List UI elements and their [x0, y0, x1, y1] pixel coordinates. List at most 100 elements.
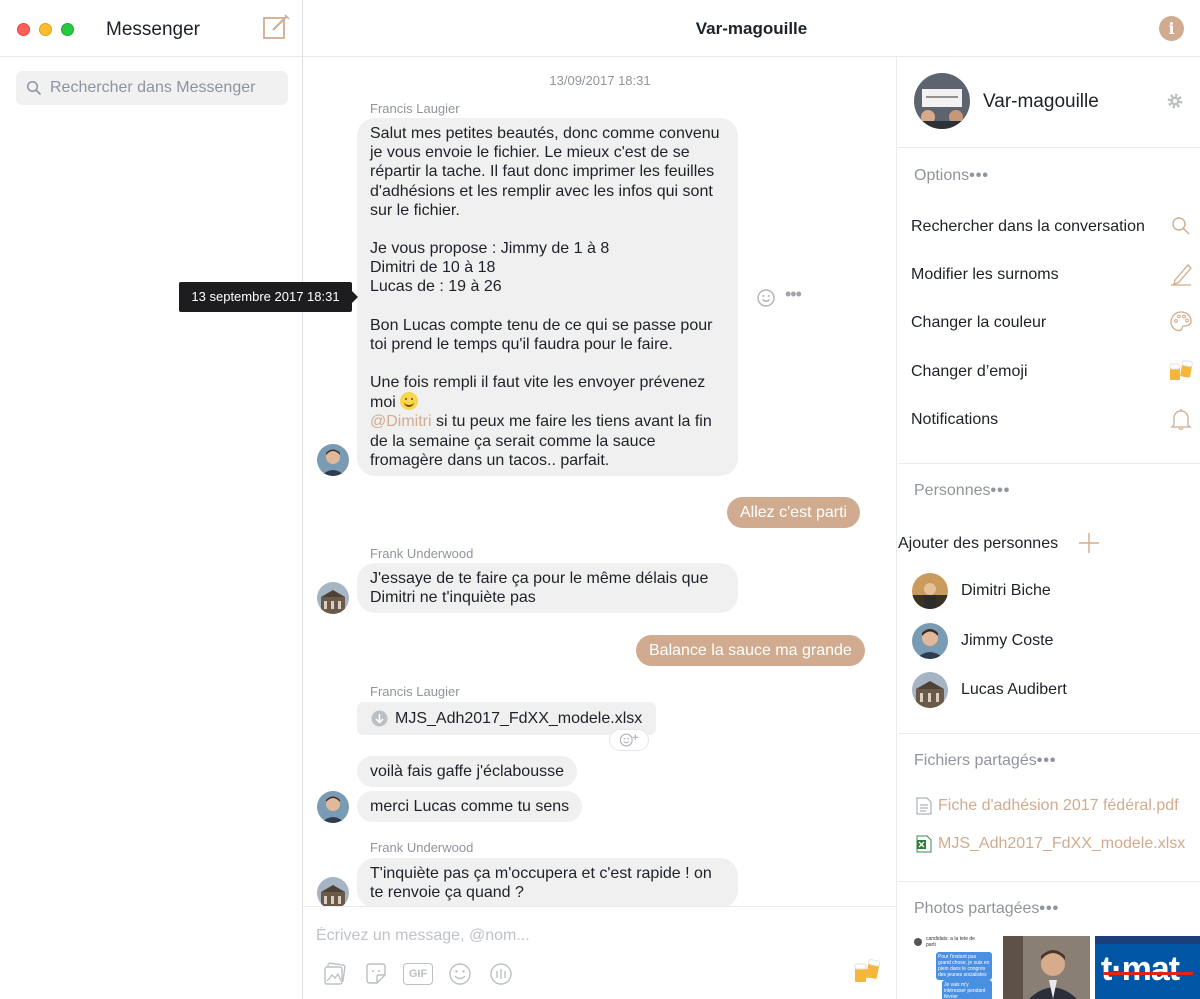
excel-file-icon	[916, 835, 932, 853]
window-maximize-button[interactable]	[61, 23, 74, 36]
message-line: Lucas de : 19 à 26	[370, 278, 502, 296]
sender-name: Frank Underwood	[370, 840, 474, 855]
person-name: Dimitri Biche	[961, 582, 1051, 599]
option-notifications[interactable]: Notifications	[911, 403, 1193, 435]
pencil-icon	[1171, 264, 1192, 286]
file-name: Fiche d'adhésion 2017 fédéral.pdf	[938, 797, 1179, 814]
section-dots: •••	[1036, 752, 1057, 769]
section-title-text: Photos partagées	[914, 900, 1040, 917]
add-reaction-icon[interactable]	[609, 729, 649, 751]
person-name: Jimmy Coste	[961, 632, 1054, 649]
section-title-text: Personnes	[914, 482, 991, 499]
message-bubble[interactable]: merci Lucas comme tu sens	[357, 791, 583, 823]
options-section-title: Options•••	[914, 167, 989, 185]
thumbnail-text: Pour l'instant pas grand chose, je suis …	[936, 952, 992, 980]
add-people-button[interactable]: Ajouter des personnes	[898, 527, 1108, 559]
pdf-file-icon	[916, 797, 932, 815]
file-attachment[interactable]: MJS_Adh2017_FdXX_modele.xlsx	[357, 702, 657, 735]
option-change-emoji[interactable]: Changer d’emoji	[911, 355, 1193, 387]
message-paragraph: Une fois rempli il faut vite les envoyer…	[370, 374, 706, 412]
message-line: Je vous propose : Jimmy de 1 à 8	[370, 240, 610, 258]
message-paragraph: Bon Lucas compte tenu de ce qui se passe…	[370, 316, 713, 353]
section-title-text: Fichiers partagés	[914, 752, 1037, 769]
image-icon[interactable]	[322, 961, 348, 987]
message-bubble[interactable]: voilà fais gaffe j'éclabousse	[357, 756, 577, 788]
avatar	[912, 573, 948, 609]
shared-photo-thumbnail[interactable]: candidats: a la tete de parti Pour l'ins…	[912, 936, 999, 999]
mention-link[interactable]: @Dimitri	[370, 413, 432, 430]
person-jimmy[interactable]: Jimmy Coste	[912, 621, 1192, 661]
person-dimitri[interactable]: Dimitri Biche	[912, 571, 1192, 611]
message-bubble[interactable]: Salut mes petites beautés, donc comme co…	[357, 118, 738, 477]
avatar[interactable]	[317, 582, 349, 614]
search-icon	[26, 80, 42, 96]
avatar[interactable]	[317, 877, 349, 906]
option-label: Changer la couleur	[911, 314, 1047, 331]
shared-file-pdf[interactable]: Fiche d'adhésion 2017 fédéral.pdf	[916, 795, 1179, 817]
add-people-label: Ajouter des personnes	[898, 535, 1059, 552]
gif-label: GIF	[403, 963, 433, 985]
sender-name: Francis Laugier	[370, 684, 460, 699]
beer-emoji-icon	[1169, 360, 1193, 380]
option-change-color[interactable]: Changer la couleur	[911, 306, 1193, 338]
beer-emoji-icon[interactable]	[852, 957, 882, 987]
emoji-icon[interactable]	[447, 961, 473, 987]
section-dots: •••	[1039, 900, 1060, 917]
group-name: Var-magouille	[983, 91, 1099, 112]
emoji-reaction-icon[interactable]	[756, 288, 776, 308]
photos-section-title: Photos partagées•••	[914, 900, 1059, 918]
avatar	[912, 672, 948, 708]
window-close-button[interactable]	[17, 23, 30, 36]
sticker-icon[interactable]	[363, 961, 389, 987]
thumbnail-text: t·mat	[1101, 950, 1180, 988]
thumbnail-red-bar	[1103, 972, 1193, 975]
smiley-emoji-icon	[400, 392, 419, 411]
message-input[interactable]	[316, 925, 876, 947]
compose-icon[interactable]	[262, 13, 290, 41]
audio-icon[interactable]	[488, 961, 514, 987]
section-dots: •••	[990, 482, 1011, 499]
message-bubble[interactable]: J'essaye de te faire ça pour le même dél…	[357, 563, 738, 614]
bell-icon	[1170, 409, 1192, 431]
conversation-list-pane: Messenger	[0, 0, 303, 999]
people-section-title: Personnes•••	[914, 482, 1010, 500]
timestamp-tooltip: 13 septembre 2017 18:31	[179, 282, 358, 312]
info-icon[interactable]: i	[1159, 16, 1184, 41]
section-dots: •••	[969, 167, 989, 184]
search-input[interactable]	[50, 77, 280, 99]
search-box[interactable]	[16, 71, 288, 105]
person-name: Lucas Audibert	[961, 681, 1067, 698]
avatar[interactable]	[317, 444, 349, 476]
details-pane: Var-magouille Options••• Rechercher dans…	[898, 57, 1200, 999]
option-label: Rechercher dans la conversation	[911, 218, 1145, 235]
divider	[898, 733, 1200, 734]
outgoing-message[interactable]: Balance la sauce ma grande	[636, 635, 865, 666]
sender-name: Frank Underwood	[370, 546, 474, 561]
app-title: Messenger	[106, 19, 200, 40]
window-minimize-button[interactable]	[39, 23, 52, 36]
gif-icon[interactable]: GIF	[403, 961, 433, 987]
shared-photo-thumbnail[interactable]	[1003, 936, 1090, 999]
person-lucas[interactable]: Lucas Audibert	[912, 670, 1192, 710]
conversation-header: Var-magouille i	[303, 0, 1200, 57]
option-search-conversation[interactable]: Rechercher dans la conversation	[911, 210, 1193, 242]
group-photo[interactable]	[914, 73, 970, 129]
shared-file-xlsx[interactable]: MJS_Adh2017_FdXX_modele.xlsx	[916, 833, 1185, 855]
download-icon	[371, 710, 388, 727]
option-edit-nicknames[interactable]: Modifier les surnoms	[911, 258, 1193, 290]
gear-icon[interactable]	[1165, 91, 1185, 111]
divider	[898, 881, 1200, 882]
avatar[interactable]	[317, 791, 349, 823]
message-bubble[interactable]: T'inquiète pas ça m'occupera et c'est ra…	[357, 858, 738, 906]
thumbnail-text: candidats: a la tete de parti	[926, 936, 975, 948]
thumbnail-band	[1095, 936, 1200, 944]
more-options-icon[interactable]: •••	[785, 285, 807, 305]
composer: GIF	[303, 906, 897, 999]
palette-icon	[1170, 311, 1192, 332]
message-list[interactable]: 13/09/2017 18:31 Francis Laugier Salut m…	[303, 57, 897, 906]
avatar	[914, 938, 922, 946]
option-label: Notifications	[911, 411, 999, 428]
shared-photo-thumbnail[interactable]: t·mat	[1095, 936, 1200, 999]
outgoing-message[interactable]: Allez c'est parti	[727, 497, 861, 528]
message-paragraph: Salut mes petites beautés, donc comme co…	[370, 125, 720, 219]
